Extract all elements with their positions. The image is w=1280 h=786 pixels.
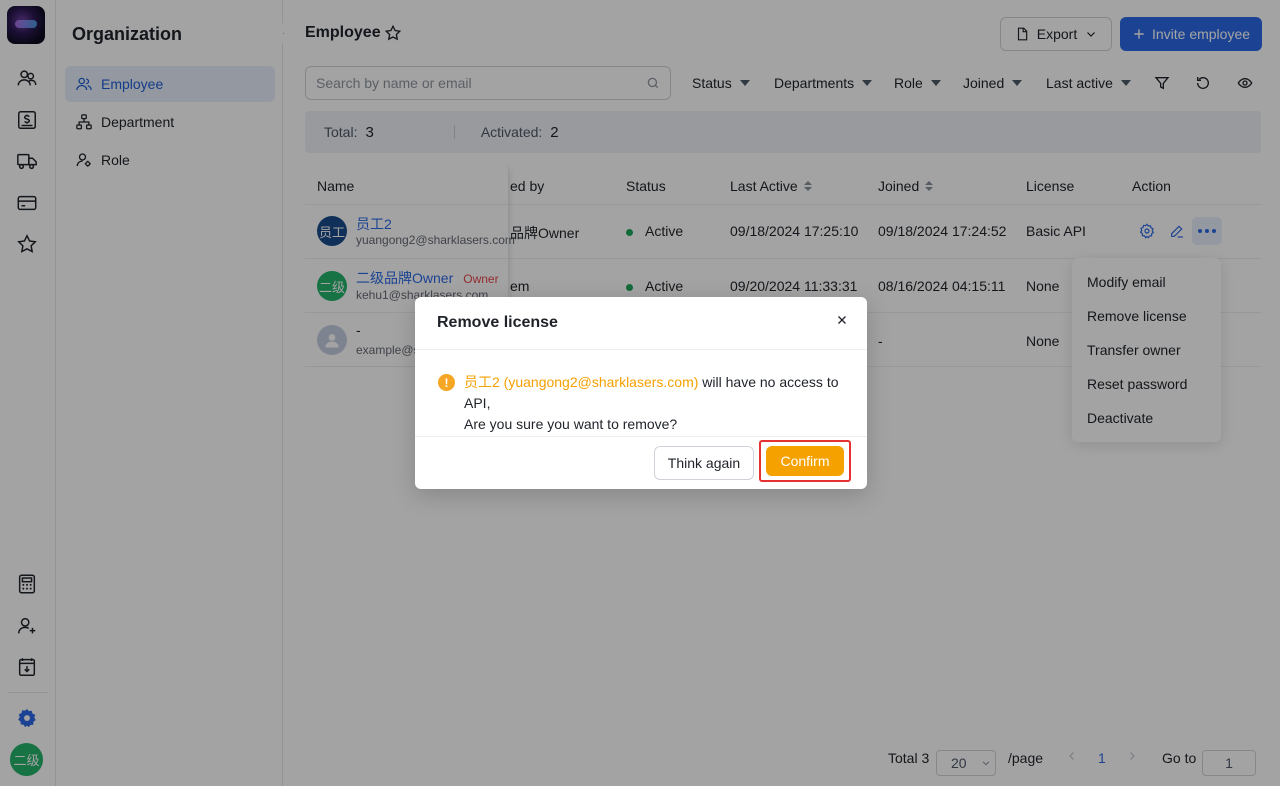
think-again-button[interactable]: Think again	[654, 446, 754, 480]
dialog-divider	[415, 349, 867, 350]
dialog-divider	[415, 436, 867, 437]
message-question: Are you sure you want to remove?	[464, 416, 678, 432]
dialog-message: 员工2 (yuangong2@sharklasers.com) will hav…	[464, 372, 856, 435]
warning-icon: !	[438, 374, 455, 391]
dialog-title: Remove license	[437, 314, 558, 331]
remove-license-dialog: Remove license ! 员工2 (yuangong2@sharklas…	[415, 297, 867, 489]
confirm-button[interactable]: Confirm	[766, 446, 844, 476]
confirm-highlight-box: Confirm	[759, 440, 851, 482]
close-icon[interactable]	[833, 311, 851, 329]
employee-highlight: 员工2 (yuangong2@sharklasers.com)	[464, 374, 699, 390]
